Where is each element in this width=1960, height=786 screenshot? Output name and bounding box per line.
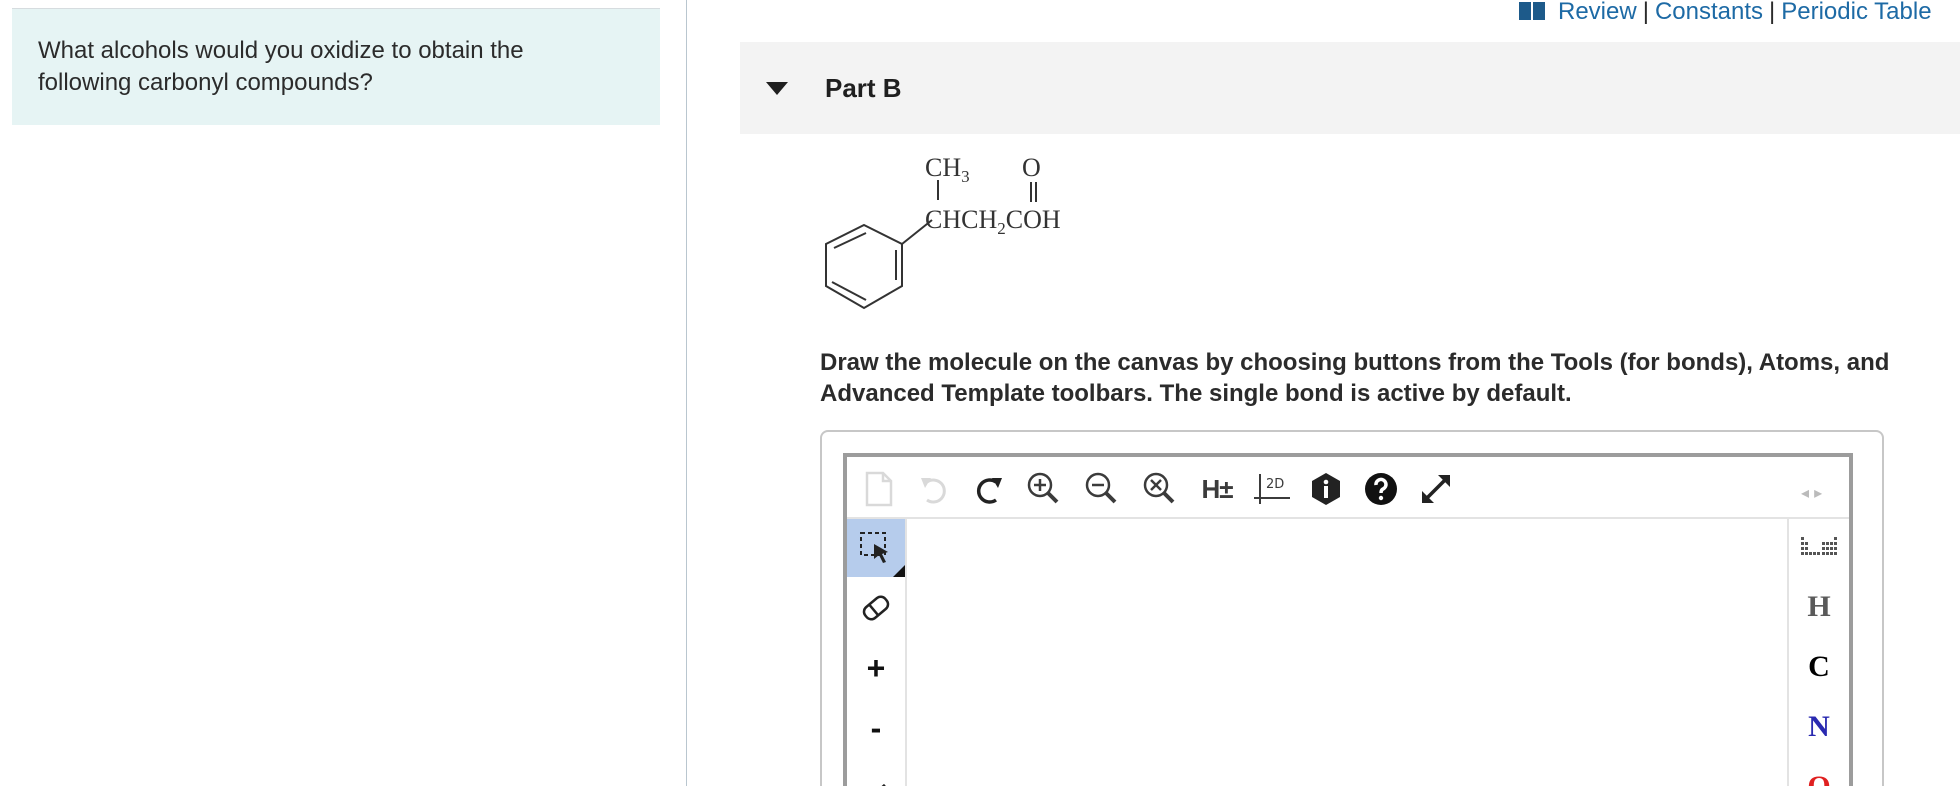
atom-n-button[interactable]: N — [1789, 699, 1849, 755]
hydrogen-toggle-label: H± — [1201, 473, 1233, 504]
increase-charge-button[interactable]: + — [847, 639, 905, 697]
zoom-out-icon[interactable] — [1080, 467, 1124, 511]
single-bond-tool-button[interactable] — [847, 759, 905, 786]
part-header[interactable]: Part B — [740, 42, 1960, 134]
help-icon[interactable] — [1359, 467, 1403, 511]
link-separator: | — [1769, 0, 1776, 25]
resource-links: Review | Constants | Periodic Table — [1518, 0, 1932, 24]
periodic-table-link[interactable]: Periodic Table — [1781, 0, 1931, 25]
constants-link[interactable]: Constants — [1655, 0, 1763, 25]
svg-text:CHCH2COH: CHCH2COH — [925, 205, 1061, 238]
minus-label: - — [870, 710, 882, 746]
drawing-canvas[interactable] — [907, 519, 1787, 786]
tool-submenu-indicator — [893, 565, 905, 577]
atom-o-button[interactable]: O — [1789, 759, 1849, 786]
undo-icon[interactable] — [912, 467, 956, 511]
atoms-toolbar: H C N O — [1787, 519, 1849, 786]
selection-icon — [860, 532, 888, 563]
atom-h-button[interactable]: H — [1789, 579, 1849, 635]
clean-2d-icon[interactable]: 2D — [1250, 467, 1294, 511]
redo-icon[interactable] — [967, 467, 1011, 511]
molecule-sketcher: H± 2D ◂ ▸ + - H C N — [843, 453, 1853, 786]
review-link[interactable]: Review — [1558, 0, 1637, 25]
panel-divider — [686, 0, 687, 786]
chain-label-a: CHCH — [925, 205, 997, 234]
instructions-line-1: Draw the molecule on the canvas by choos… — [820, 349, 1890, 376]
hydrogen-toggle-button[interactable]: H± — [1195, 467, 1239, 511]
drawing-instructions: Draw the molecule on the canvas by choos… — [820, 347, 1960, 409]
ch3-label: CH — [925, 153, 961, 182]
top-toolbar: H± 2D ◂ ▸ — [847, 457, 1849, 519]
select-tool-button[interactable] — [847, 519, 905, 577]
atom-c-button[interactable]: C — [1789, 639, 1849, 695]
periodic-table-button[interactable] — [1789, 519, 1849, 575]
ch3-subscript: 3 — [961, 167, 970, 186]
clean-2d-label: 2D — [1266, 477, 1284, 492]
bond-icon — [881, 783, 886, 786]
periodic-table-icon — [1801, 537, 1837, 555]
instructions-line-2: Advanced Template toolbars. The single b… — [820, 380, 1572, 407]
new-document-icon[interactable] — [857, 467, 901, 511]
plus-label: + — [866, 650, 886, 686]
fullscreen-icon[interactable] — [1414, 467, 1458, 511]
zoom-reset-icon[interactable] — [1138, 467, 1182, 511]
zoom-in-icon[interactable] — [1022, 467, 1066, 511]
part-title: Part B — [825, 73, 902, 103]
question-panel: What alcohols would you oxidize to obtai… — [12, 9, 660, 125]
molecule-structure: CH3 O CHCH2COH — [810, 148, 1110, 318]
chain-label-b: COH — [1006, 205, 1061, 234]
question-text: What alcohols would you oxidize to obtai… — [38, 37, 524, 96]
chain-subscript: 2 — [997, 219, 1006, 238]
left-toolbar: + - — [847, 519, 907, 786]
carbonyl-oxygen-label: O — [1022, 153, 1041, 182]
eraser-icon — [862, 595, 890, 621]
toolbar-scroll-arrows[interactable]: ◂ ▸ — [1801, 483, 1822, 502]
link-separator: | — [1642, 0, 1649, 25]
erase-tool-button[interactable] — [847, 579, 905, 637]
decrease-charge-button[interactable]: - — [847, 699, 905, 757]
book-icon — [1518, 1, 1546, 21]
svg-text:CH3: CH3 — [925, 153, 970, 186]
info-icon[interactable] — [1304, 467, 1348, 511]
collapse-caret-icon[interactable] — [766, 82, 788, 96]
